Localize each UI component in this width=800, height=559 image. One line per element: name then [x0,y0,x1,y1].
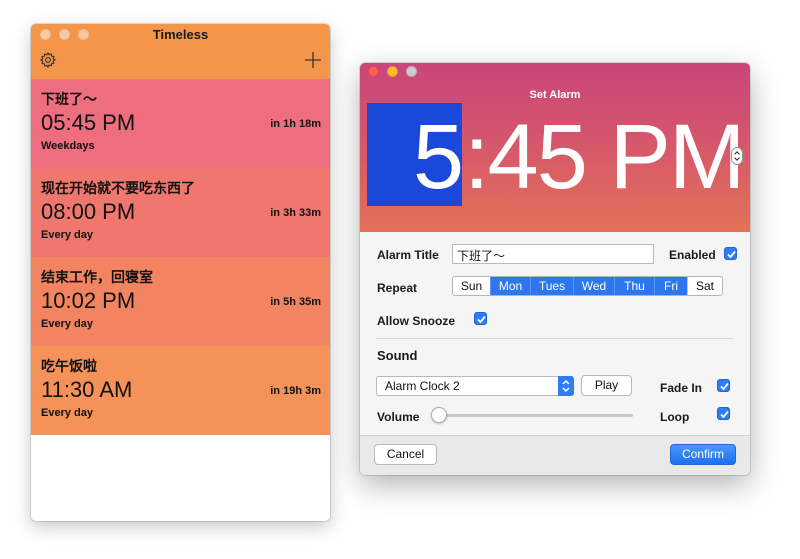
fade-in-label: Fade In [660,381,703,395]
alarm-row[interactable]: 结束工作，回寝室 10:02 PM Every day in 5h 35m [31,257,330,346]
alarm-countdown: in 1h 18m [270,118,321,130]
alarm-title: 结束工作，回寝室 [41,269,153,285]
day-sun[interactable]: Sun [453,277,490,295]
sound-select[interactable]: Alarm Clock 2 [376,376,574,396]
repeat-label: Repeat [377,281,418,295]
time-minutes-ampm[interactable]: :45 PM [464,107,745,207]
alarm-row[interactable]: 现在开始就不要吃东西了 08:00 PM Every day in 3h 33m [31,168,330,257]
allow-snooze-label: Allow Snooze [377,314,455,328]
alarm-countdown: in 3h 33m [270,207,321,219]
confirm-button[interactable]: Confirm [670,444,736,465]
day-sat[interactable]: Sat [687,277,722,295]
time-stepper-icon[interactable] [731,147,743,165]
day-thu[interactable]: Thu [614,277,654,295]
fade-in-checkbox[interactable] [717,379,730,392]
alarm-row[interactable]: 吃午饭啦 11:30 AM Every day in 19h 3m [31,346,330,435]
sound-heading: Sound [377,348,418,363]
time-hour[interactable]: 5 [412,107,464,207]
alarm-countdown: in 19h 3m [270,385,321,397]
dialog-footer: Cancel Confirm [360,435,750,475]
alarm-title: 现在开始就不要吃东西了 [41,180,195,196]
alarm-countdown: in 5h 35m [270,296,321,308]
window-controls [368,66,417,77]
gear-icon[interactable] [39,51,57,69]
alarm-form: Alarm Title 下班了～ Enabled Repeat Sun Mon … [360,232,750,435]
plus-icon[interactable] [304,51,322,69]
enabled-checkbox[interactable] [724,247,737,260]
repeat-days-control: Sun Mon Tues Wed Thu Fri Sat [452,276,723,296]
alarm-row[interactable]: 下班了～ 05:45 PM Weekdays in 1h 18m [31,79,330,168]
set-alarm-window: Set Alarm 5 :45 PM Alarm Title 下班了～ Enab… [360,63,750,475]
main-titlebar: Timeless [31,24,330,79]
volume-slider-knob[interactable] [431,407,447,423]
allow-snooze-checkbox[interactable] [474,312,487,325]
alarm-repeat: Every day [41,407,93,419]
alarm-title-label: Alarm Title [377,248,439,262]
set-alarm-header: Set Alarm 5 :45 PM [360,63,750,232]
day-wed[interactable]: Wed [573,277,614,295]
alarm-title-input[interactable]: 下班了～ [452,244,654,264]
alarm-repeat: Weekdays [41,140,95,152]
volume-slider-track[interactable] [435,414,633,417]
alarm-title: 下班了～ [41,91,97,107]
alarm-title: 吃午饭啦 [41,358,97,374]
chevron-up-down-icon [558,376,574,396]
close-window-button[interactable] [368,66,379,77]
zoom-window-button[interactable] [406,66,417,77]
app-title: Timeless [152,27,209,42]
sound-select-value: Alarm Clock 2 [385,379,460,393]
day-tues[interactable]: Tues [530,277,573,295]
day-mon[interactable]: Mon [490,277,530,295]
dialog-title: Set Alarm [529,89,581,101]
day-fri[interactable]: Fri [654,277,687,295]
cancel-button[interactable]: Cancel [374,444,437,465]
desktop: Timeless 下班了～ 05:45 PM Weekdays in 1h 18… [0,0,800,559]
play-button[interactable]: Play [581,375,632,396]
enabled-label: Enabled [669,248,716,262]
section-divider [376,338,733,339]
loop-checkbox[interactable] [717,407,730,420]
loop-label: Loop [660,410,690,424]
alarm-repeat: Every day [41,229,93,241]
volume-label: Volume [377,410,420,424]
timeless-main-window: Timeless 下班了～ 05:45 PM Weekdays in 1h 18… [31,24,330,521]
alarm-list: 下班了～ 05:45 PM Weekdays in 1h 18m 现在开始就不要… [31,79,330,435]
minimize-window-button[interactable] [387,66,398,77]
alarm-repeat: Every day [41,318,93,330]
